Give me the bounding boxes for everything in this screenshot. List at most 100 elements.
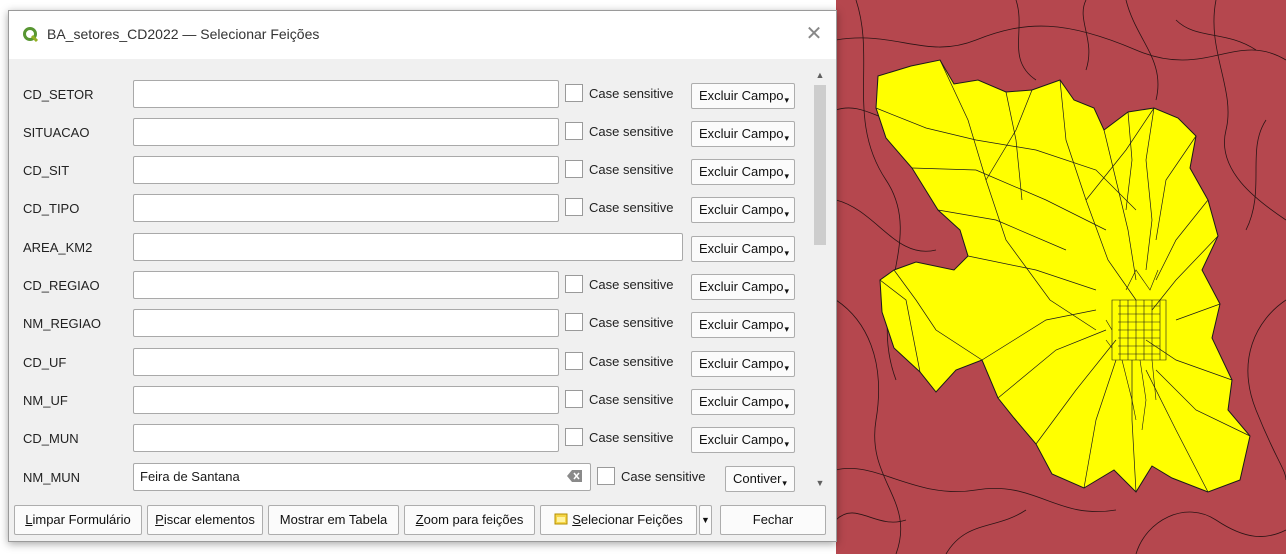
scroll-down-icon[interactable]: ▼: [812, 475, 828, 491]
chevron-down-icon: ▾: [784, 401, 790, 411]
case-sensitive-label: Case sensitive: [589, 162, 674, 177]
operator-dropdown[interactable]: Excluir Campo▾: [691, 351, 795, 377]
close-button[interactable]: Fechar: [720, 505, 826, 535]
zoom-to-features-button[interactable]: Zoom para feições: [404, 505, 535, 535]
title-bar: BA_setores_CD2022 — Selecionar Feições ✕: [9, 11, 836, 59]
case-sensitive-label: Case sensitive: [589, 392, 674, 407]
case-sensitive-checkbox[interactable]: [565, 122, 583, 140]
select-mode-dropdown[interactable]: ▼: [699, 505, 712, 535]
field-value-input[interactable]: [133, 118, 559, 146]
case-sensitive-label: Case sensitive: [589, 430, 674, 445]
scroll-thumb[interactable]: [814, 85, 826, 245]
button-bar: Limpar Formulário Piscar elementos Mostr…: [9, 499, 836, 539]
case-sensitive-label: Case sensitive: [589, 200, 674, 215]
operator-dropdown[interactable]: Excluir Campo▾: [691, 121, 795, 147]
operator-dropdown[interactable]: Excluir Campo▾: [691, 236, 795, 262]
field-value-input[interactable]: [133, 156, 559, 184]
field-value-input[interactable]: [133, 348, 559, 376]
case-sensitive-label: Case sensitive: [589, 86, 674, 101]
case-sensitive-checkbox[interactable]: [565, 198, 583, 216]
map-svg[interactable]: [836, 0, 1286, 554]
chevron-down-icon: ▼: [701, 515, 710, 525]
field-value-input[interactable]: Feira de Santana: [133, 463, 591, 491]
case-sensitive-label: Case sensitive: [589, 354, 674, 369]
operator-label: Excluir Campo: [699, 394, 784, 409]
field-value-input[interactable]: [133, 194, 559, 222]
clear-text-icon[interactable]: [567, 469, 583, 483]
chevron-down-icon: ▾: [784, 171, 790, 181]
map-canvas[interactable]: [836, 0, 1286, 554]
operator-dropdown[interactable]: Excluir Campo▾: [691, 312, 795, 338]
chevron-down-icon: ▾: [784, 439, 790, 449]
case-sensitive-label: Case sensitive: [589, 277, 674, 292]
chevron-down-icon: ▾: [784, 363, 790, 373]
operator-dropdown[interactable]: Excluir Campo▾: [691, 427, 795, 453]
chevron-down-icon: ▾: [784, 133, 790, 143]
operator-dropdown[interactable]: Excluir Campo▾: [691, 197, 795, 223]
field-value-input[interactable]: [133, 309, 559, 337]
case-sensitive-label: Case sensitive: [621, 469, 706, 484]
field-value-input[interactable]: [133, 80, 559, 108]
show-in-table-button[interactable]: Mostrar em Tabela: [268, 505, 399, 535]
operator-label: Excluir Campo: [699, 317, 784, 332]
field-row: CD_UF Case sensitive Excluir Campo▾: [9, 348, 809, 378]
field-row: AREA_KM2 Excluir Campo▾: [9, 233, 809, 263]
operator-label: Excluir Campo: [699, 202, 784, 217]
case-sensitive-checkbox[interactable]: [565, 390, 583, 408]
scroll-up-icon[interactable]: ▲: [812, 67, 828, 83]
field-row: NM_REGIAO Case sensitive Excluir Campo▾: [9, 309, 809, 339]
case-sensitive-checkbox[interactable]: [565, 352, 583, 370]
select-features-button[interactable]: Selecionar Feições: [540, 505, 697, 535]
field-row: CD_REGIAO Case sensitive Excluir Campo▾: [9, 271, 809, 301]
field-form: CD_SETOR Case sensitive Excluir Campo▾ SITU…: [9, 63, 812, 493]
operator-dropdown[interactable]: Excluir Campo▾: [691, 389, 795, 415]
field-row: NM_MUN Feira de Santana Case sensitive Cont…: [9, 463, 809, 493]
operator-label: Excluir Campo: [699, 432, 784, 447]
operator-label: Excluir Campo: [699, 356, 784, 371]
field-row: CD_TIPO Case sensitive Excluir Campo▾: [9, 194, 809, 224]
close-icon[interactable]: ✕: [802, 22, 826, 46]
case-sensitive-checkbox[interactable]: [565, 313, 583, 331]
case-sensitive-checkbox[interactable]: [565, 84, 583, 102]
operator-label: Excluir Campo: [699, 279, 784, 294]
operator-label: Excluir Campo: [699, 88, 784, 103]
operator-label: Contiver: [733, 471, 782, 486]
chevron-down-icon: ▾: [784, 209, 790, 219]
field-label: NM_REGIAO: [23, 316, 102, 331]
field-label: CD_REGIAO: [23, 278, 100, 293]
qgis-logo-icon: [23, 27, 39, 43]
clear-form-button[interactable]: Limpar Formulário: [14, 505, 142, 535]
operator-dropdown[interactable]: Excluir Campo▾: [691, 274, 795, 300]
case-sensitive-checkbox[interactable]: [565, 160, 583, 178]
window-title: BA_setores_CD2022 — Selecionar Feições: [47, 26, 320, 42]
chevron-down-icon: ▾: [782, 478, 787, 488]
operator-dropdown[interactable]: Excluir Campo▾: [691, 159, 795, 185]
flash-features-button[interactable]: Piscar elementos: [147, 505, 263, 535]
select-features-dialog: BA_setores_CD2022 — Selecionar Feições ✕…: [8, 10, 837, 542]
field-label: AREA_KM2: [23, 240, 93, 255]
operator-label: Excluir Campo: [699, 164, 784, 179]
field-row: SITUACAO Case sensitive Excluir Campo▾: [9, 118, 809, 148]
field-value-input[interactable]: [133, 424, 559, 452]
field-label: CD_SETOR: [23, 87, 94, 102]
field-label: CD_TIPO: [23, 201, 80, 216]
field-value-input[interactable]: [133, 233, 683, 261]
field-label: SITUACAO: [23, 125, 90, 140]
field-value-input[interactable]: [133, 271, 559, 299]
field-value-input[interactable]: [133, 386, 559, 414]
select-features-icon: [554, 513, 568, 525]
operator-label: Excluir Campo: [699, 241, 784, 256]
case-sensitive-checkbox[interactable]: [597, 467, 615, 485]
chevron-down-icon: ▾: [784, 324, 790, 334]
chevron-down-icon: ▾: [784, 286, 790, 296]
operator-dropdown[interactable]: Excluir Campo▾: [691, 83, 795, 109]
case-sensitive-checkbox[interactable]: [565, 428, 583, 446]
form-scrollbar[interactable]: ▲ ▼: [812, 65, 828, 493]
field-label: CD_UF: [23, 355, 67, 370]
operator-dropdown[interactable]: Contiver▾: [725, 466, 795, 492]
chevron-down-icon: ▾: [784, 248, 790, 258]
field-row: NM_UF Case sensitive Excluir Campo▾: [9, 386, 809, 416]
field-label: NM_MUN: [23, 470, 81, 485]
case-sensitive-label: Case sensitive: [589, 315, 674, 330]
case-sensitive-checkbox[interactable]: [565, 275, 583, 293]
